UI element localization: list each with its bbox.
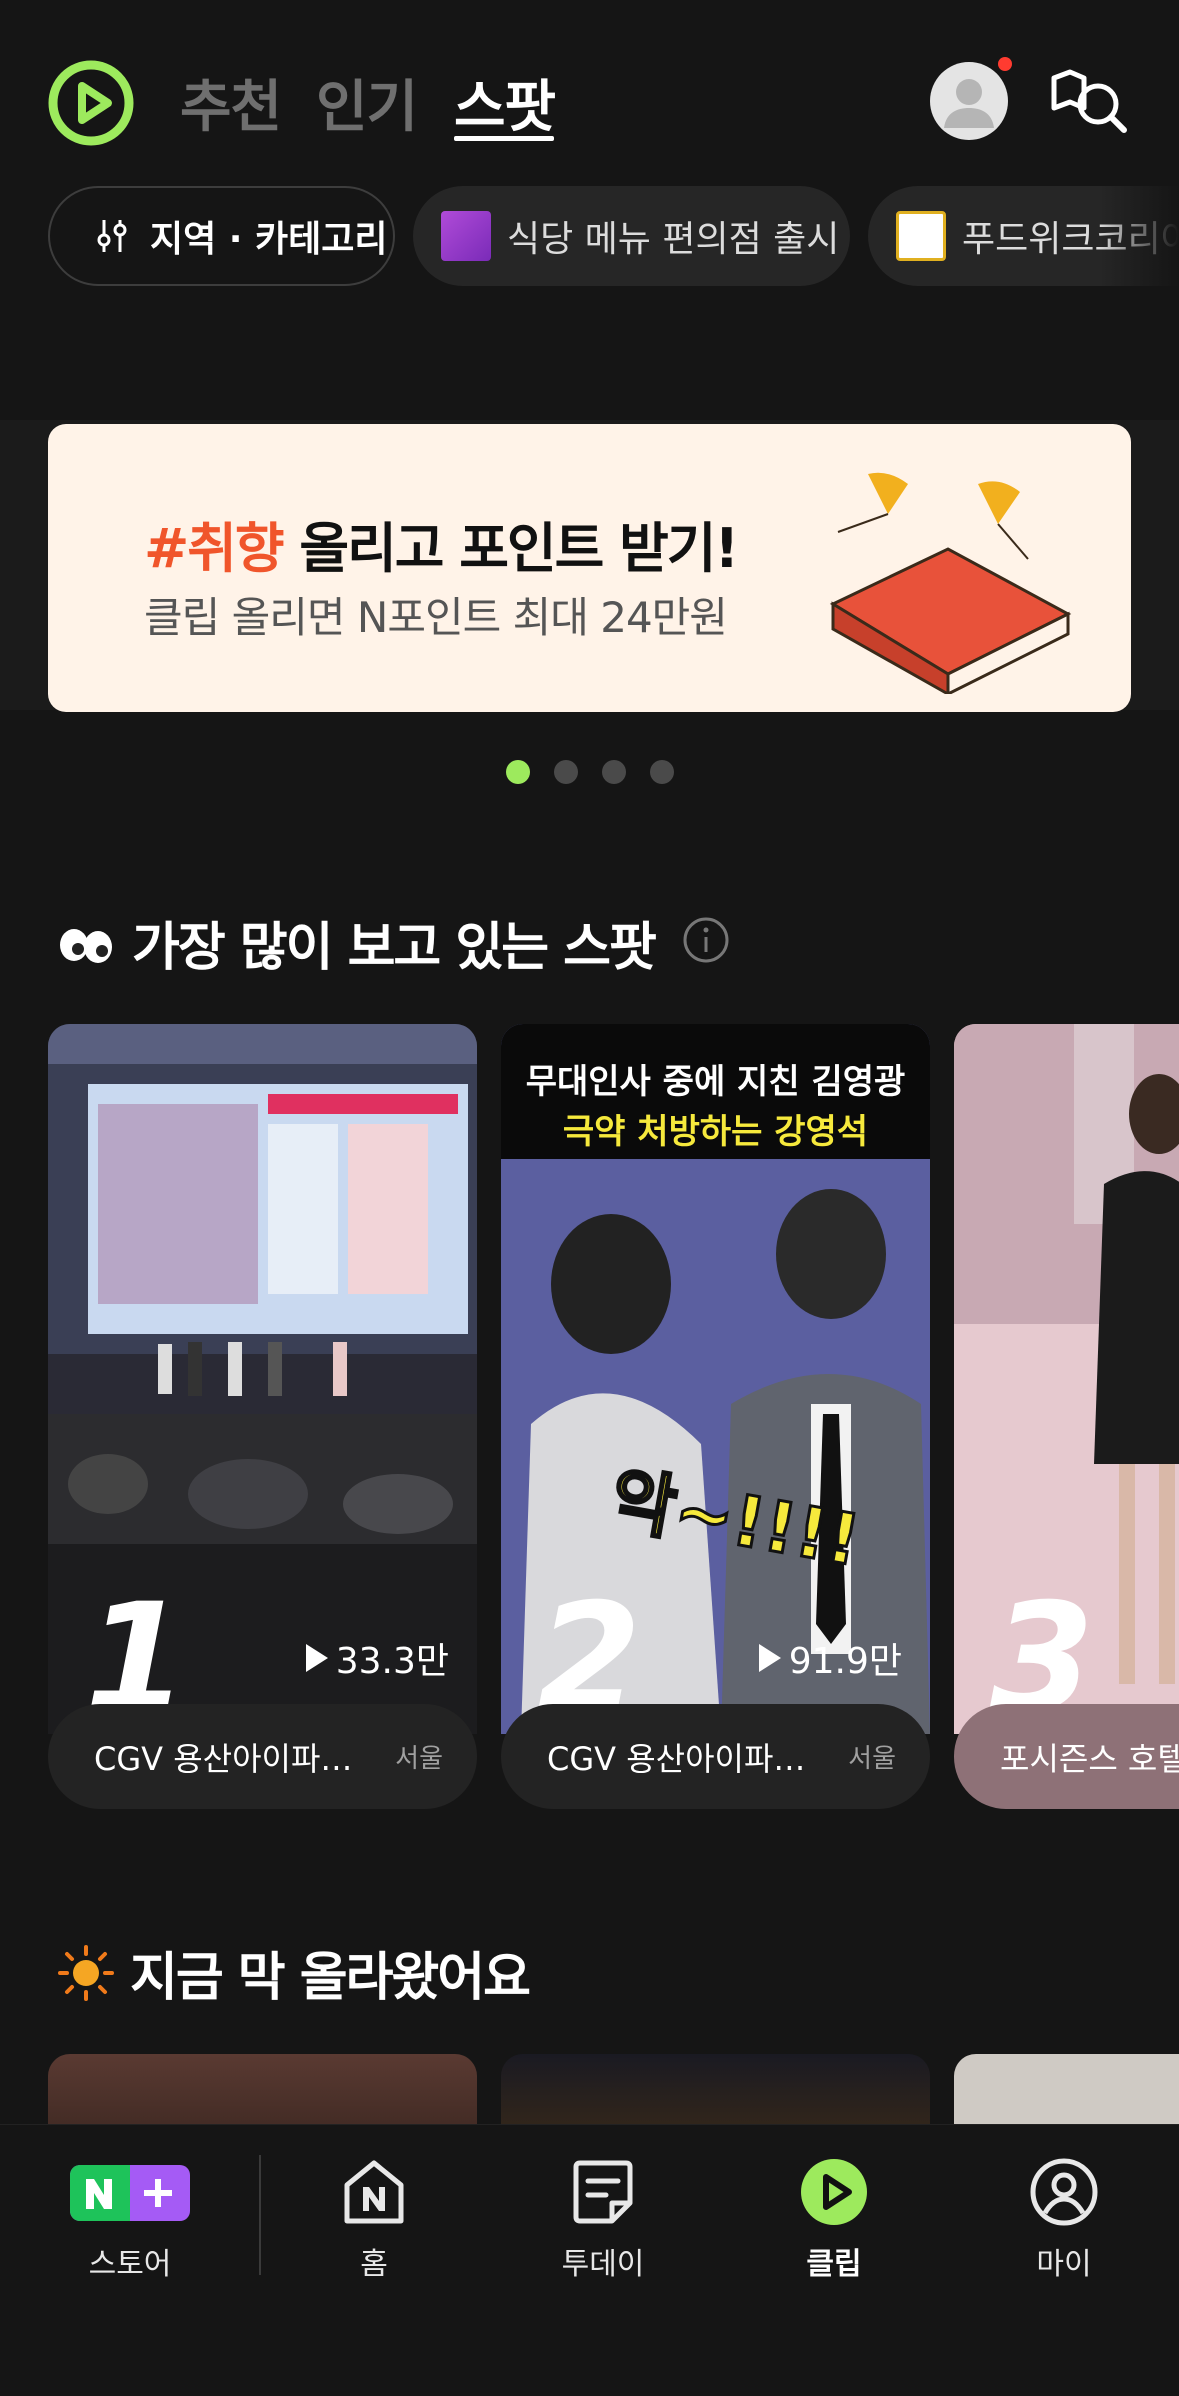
- today-icon: [573, 2160, 633, 2224]
- place-name: 포시즌스 호텔: [1000, 1739, 1179, 1778]
- info-icon[interactable]: [682, 916, 730, 964]
- banner-title-highlight: #취향: [144, 517, 285, 580]
- play-icon: [305, 1644, 328, 1672]
- eyes-icon: [60, 928, 112, 963]
- view-count: 33.3만: [305, 1632, 449, 1684]
- page-dot-4[interactable]: [650, 760, 674, 784]
- uploaded-card[interactable]: [48, 2054, 477, 2124]
- chip-label: 지역 · 카테고리: [150, 219, 388, 260]
- nav-label: 마이: [1036, 2247, 1092, 2282]
- view-count-text: 33.3만: [335, 1641, 449, 1682]
- tab-spot[interactable]: 스팟: [454, 62, 556, 143]
- nav-divider: [259, 2155, 261, 2275]
- clip-logo-icon[interactable]: [46, 58, 136, 148]
- just-uploaded-carousel: [0, 2054, 1179, 2124]
- video-caption-bottom: 극약 처방하는 강영석: [562, 1112, 869, 1152]
- tab-popular[interactable]: 인기: [316, 62, 418, 143]
- view-count-text: 91.9만: [788, 1641, 902, 1682]
- nav-my[interactable]: 마이: [979, 2155, 1149, 2283]
- clip-play-icon: [801, 2159, 867, 2225]
- nav-today[interactable]: 투데이: [518, 2155, 688, 2283]
- nav-home[interactable]: 홈: [289, 2155, 459, 2283]
- nav-label: 투데이: [561, 2247, 645, 2282]
- spot-card[interactable]: 무대인사 중에 지친 김영광 극약 처방하는 강영석 악~!!!! 2 91.9…: [501, 1024, 930, 1809]
- promo-banner[interactable]: #취향 올리고 포인트 받기! 클립 올리면 N포인트 최대 24만원: [48, 424, 1131, 712]
- bottom-navigation: 스토어 홈 투데이 클립 마이: [0, 2124, 1179, 2396]
- spot-card[interactable]: 1 33.3만 CGV 용산아이파… 서울: [48, 1024, 477, 1809]
- chip-label: 식당 메뉴 편의점 출시: [507, 219, 840, 260]
- region-label: 서울: [848, 1744, 896, 1774]
- nav-store[interactable]: 스토어: [45, 2155, 215, 2283]
- menu-release-chip[interactable]: 식당 메뉴 편의점 출시: [413, 186, 850, 286]
- food-week-thumbnail: [896, 211, 946, 261]
- place-name: CGV 용산아이파…: [94, 1739, 353, 1778]
- chips-fade: [1099, 186, 1179, 286]
- card-footer: 포시즌스 호텔: [954, 1704, 1179, 1809]
- play-icon: [758, 1644, 781, 1672]
- map-search-icon[interactable]: [1048, 64, 1130, 140]
- tab-recommended[interactable]: 추천: [180, 62, 282, 143]
- nav-label: 클립: [806, 2247, 862, 2282]
- most-viewed-carousel: 1 33.3만 CGV 용산아이파… 서울 무대인사 중에 지친 김영광 극약 …: [0, 1024, 1179, 1814]
- active-tab-underline: [454, 136, 554, 141]
- section-title-text: 가장 많이 보고 있는 스팟: [132, 918, 657, 978]
- spot-card[interactable]: 3 포시즌스 호텔: [954, 1024, 1179, 1809]
- video-caption-top: 무대인사 중에 지친 김영광: [525, 1062, 906, 1102]
- banner-pagination: [0, 760, 1179, 786]
- nav-label: 스토어: [88, 2247, 172, 2282]
- banner-title-rest: 올리고 포인트 받기!: [282, 517, 739, 580]
- home-n-icon: [344, 2160, 404, 2224]
- nav-clip[interactable]: 클립: [749, 2155, 919, 2283]
- clip-spot-page: 추천 인기 스팟 지역 · 카테고리 식당 메뉴 편의점 출시 푸드위크코리아 …: [0, 0, 1179, 2396]
- region-label: 서울: [395, 1744, 443, 1774]
- nav-label: 홈: [360, 2247, 388, 2282]
- region-category-chip[interactable]: 지역 · 카테고리: [48, 186, 395, 286]
- most-viewed-heading: 가장 많이 보고 있는 스팟: [58, 905, 657, 980]
- notification-dot: [998, 57, 1012, 71]
- place-name: CGV 용산아이파…: [547, 1739, 806, 1778]
- page-dot-2[interactable]: [554, 760, 578, 784]
- banner-subtitle: 클립 올리면 N포인트 최대 24만원: [144, 593, 728, 642]
- just-uploaded-heading: 지금 막 올라왔어요: [58, 1935, 531, 2010]
- menu-thumbnail: [441, 211, 491, 261]
- uploaded-card[interactable]: [501, 2054, 930, 2124]
- page-dot-3[interactable]: [602, 760, 626, 784]
- page-dot-1[interactable]: [506, 760, 530, 784]
- user-silhouette-icon: [944, 79, 994, 128]
- sun-icon: [58, 1944, 114, 2001]
- top-header: 추천 인기 스팟: [0, 0, 1179, 190]
- section-title-text: 지금 막 올라왔어요: [130, 1948, 531, 2008]
- view-count: 91.9만: [758, 1632, 902, 1684]
- filter-chips: 지역 · 카테고리 식당 메뉴 편의점 출시 푸드위크코리아: [0, 186, 1179, 286]
- uploaded-card[interactable]: [954, 2054, 1179, 2124]
- filter-icon: [97, 220, 127, 252]
- card-footer: CGV 용산아이파… 서울: [501, 1704, 930, 1809]
- card-footer: CGV 용산아이파… 서울: [48, 1704, 477, 1809]
- book-ginkgo-illustration: [829, 472, 1072, 694]
- profile-icon: [1030, 2158, 1098, 2226]
- naver-plus-store-icon: [70, 2165, 190, 2221]
- avatar[interactable]: [930, 62, 1008, 140]
- banner-title: #취향 올리고 포인트 받기!: [144, 504, 739, 583]
